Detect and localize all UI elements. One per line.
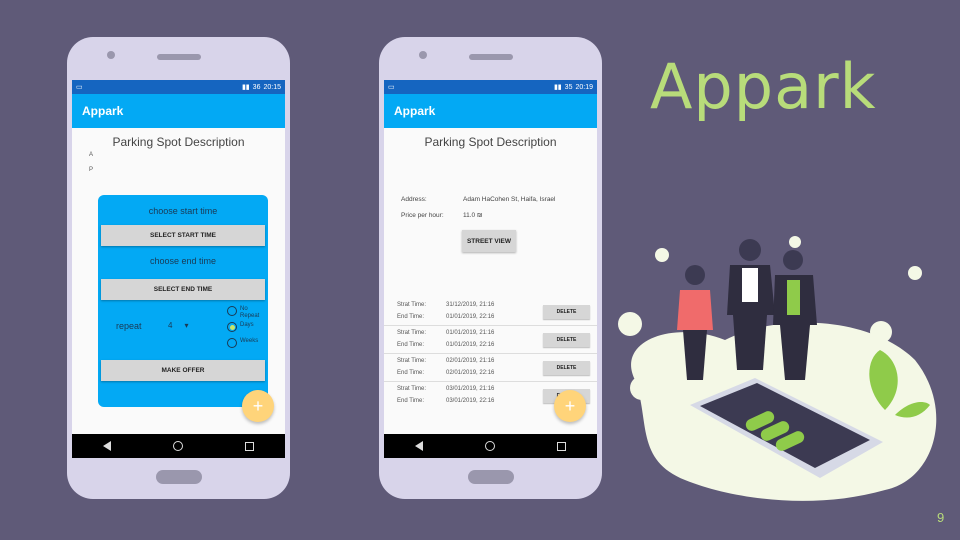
obscured-price-label: P <box>89 167 94 173</box>
phone-screen: ▭ ▮▮ 35 20:19 Appark Parking Spot Descri… <box>384 80 597 458</box>
radio-button[interactable] <box>227 338 237 348</box>
radio-label: Days <box>240 322 254 328</box>
app-title: Appark <box>82 104 124 118</box>
start-time-label: Strat Time: <box>397 302 427 308</box>
end-time-value: 02/01/2019, 22:16 <box>446 370 495 376</box>
address-label: Address: <box>401 196 427 203</box>
status-bar: ▭ ▮▮ 36 20:15 <box>72 80 285 94</box>
obscured-address-label: A <box>89 152 94 158</box>
dropdown-arrow-icon: ▾ <box>184 321 189 330</box>
battery-level: 36 <box>252 83 261 91</box>
start-time-label: choose start time <box>148 206 218 216</box>
speaker-grille <box>157 54 201 60</box>
page-title: Parking Spot Description <box>424 135 557 149</box>
page-title: Parking Spot Description <box>112 135 245 149</box>
plus-icon: + <box>564 395 576 416</box>
end-time-label: End Time: <box>397 370 425 376</box>
end-time-label: End Time: <box>397 398 425 404</box>
app-title: Appark <box>394 104 436 118</box>
start-time-value: 31/12/2019, 21:16 <box>446 302 495 308</box>
phone-home-button <box>156 470 202 484</box>
android-nav-bar <box>72 434 285 458</box>
notification-icon: ▭ <box>388 84 395 91</box>
start-time-label: Strat Time: <box>397 358 427 364</box>
time-slot-row: Strat Time: 01/01/2019, 21:16 End Time: … <box>384 326 597 354</box>
people-figures <box>677 239 817 380</box>
delete-slot-button[interactable]: DELETE <box>543 361 590 375</box>
phone-home-button <box>468 470 514 484</box>
radio-no-repeat[interactable]: No Repeat <box>227 306 267 319</box>
repeat-radio-group: No Repeat Days Weeks <box>227 306 267 354</box>
decor-circle <box>789 236 801 248</box>
back-icon[interactable] <box>415 441 423 451</box>
select-start-time-button[interactable]: SELECT START TIME <box>101 225 265 246</box>
delete-slot-button[interactable]: DELETE <box>543 305 590 319</box>
end-time-label: End Time: <box>397 314 425 320</box>
repeat-label: repeat <box>116 321 142 331</box>
price-label: Price per hour: <box>401 212 444 219</box>
radio-weeks[interactable]: Weeks <box>227 338 267 351</box>
time-slot-row: Strat Time: 31/12/2019, 21:16 End Time: … <box>384 298 597 326</box>
status-bar: ▭ ▮▮ 35 20:19 <box>384 80 597 94</box>
street-view-button[interactable]: STREET VIEW <box>462 230 516 252</box>
decor-circle <box>655 248 669 262</box>
page-number: 9 <box>937 510 945 525</box>
start-time-label: Strat Time: <box>397 330 427 336</box>
home-icon[interactable] <box>173 441 183 451</box>
phone-mockup-left: ▭ ▮▮ 36 20:15 Appark Parking Spot Descri… <box>67 37 290 499</box>
start-time-label: Strat Time: <box>397 386 427 392</box>
camera-icon <box>107 51 115 59</box>
status-time: 20:19 <box>575 83 593 91</box>
decor-circle <box>618 312 642 336</box>
app-bar: Appark <box>72 94 285 128</box>
android-nav-bar <box>384 434 597 458</box>
end-time-label: End Time: <box>397 342 425 348</box>
start-time-value: 03/01/2019, 21:16 <box>446 386 495 392</box>
status-time: 20:15 <box>263 83 281 91</box>
people-with-phone-illustration <box>618 236 937 501</box>
notification-icon: ▭ <box>76 84 83 91</box>
app-bar: Appark <box>384 94 597 128</box>
start-time-value: 02/01/2019, 21:16 <box>446 358 495 364</box>
add-fab-button[interactable]: + <box>242 390 274 422</box>
back-icon[interactable] <box>103 441 111 451</box>
radio-button-checked[interactable] <box>227 322 237 332</box>
delete-slot-button[interactable]: DELETE <box>543 333 590 347</box>
decor-circle <box>908 266 922 280</box>
select-end-time-button[interactable]: SELECT END TIME <box>101 279 265 300</box>
start-time-value: 01/01/2019, 21:16 <box>446 330 495 336</box>
radio-button[interactable] <box>227 306 237 316</box>
camera-icon <box>419 51 427 59</box>
brand-title: Appark <box>650 50 877 123</box>
plus-icon: + <box>252 395 264 416</box>
add-fab-button[interactable]: + <box>554 390 586 422</box>
radio-label: Weeks <box>240 338 259 344</box>
recent-apps-icon[interactable] <box>557 441 566 451</box>
decor-circle <box>870 321 892 343</box>
speaker-grille <box>469 54 513 60</box>
end-time-label: choose end time <box>149 256 217 266</box>
signal-icon: ▮▮ <box>553 84 562 91</box>
battery-level: 35 <box>564 83 573 91</box>
end-time-value: 01/01/2019, 22:16 <box>446 342 495 348</box>
signal-icon: ▮▮ <box>241 84 250 91</box>
repeat-count-dropdown[interactable]: 4 ▾ <box>168 321 188 330</box>
address-value: Adam HaCohen St, Haifa, Israel <box>463 196 556 203</box>
decor-circle <box>630 376 654 400</box>
end-time-value: 03/01/2019, 22:16 <box>446 398 495 404</box>
price-value: 11.0 ₪ <box>463 212 483 219</box>
recent-apps-icon[interactable] <box>245 441 254 451</box>
offer-dialog: choose start time SELECT START TIME choo… <box>98 195 268 407</box>
make-offer-button[interactable]: MAKE OFFER <box>101 360 265 381</box>
home-icon[interactable] <box>485 441 495 451</box>
repeat-count-value: 4 <box>168 321 173 330</box>
end-time-value: 01/01/2019, 22:16 <box>446 314 495 320</box>
radio-label: No Repeat <box>240 306 260 319</box>
radio-days[interactable]: Days <box>227 322 267 335</box>
phone-screen: ▭ ▮▮ 36 20:15 Appark Parking Spot Descri… <box>72 80 285 458</box>
time-slot-row: Strat Time: 02/01/2019, 21:16 End Time: … <box>384 354 597 382</box>
phone-mockup-right: ▭ ▮▮ 35 20:19 Appark Parking Spot Descri… <box>379 37 602 499</box>
